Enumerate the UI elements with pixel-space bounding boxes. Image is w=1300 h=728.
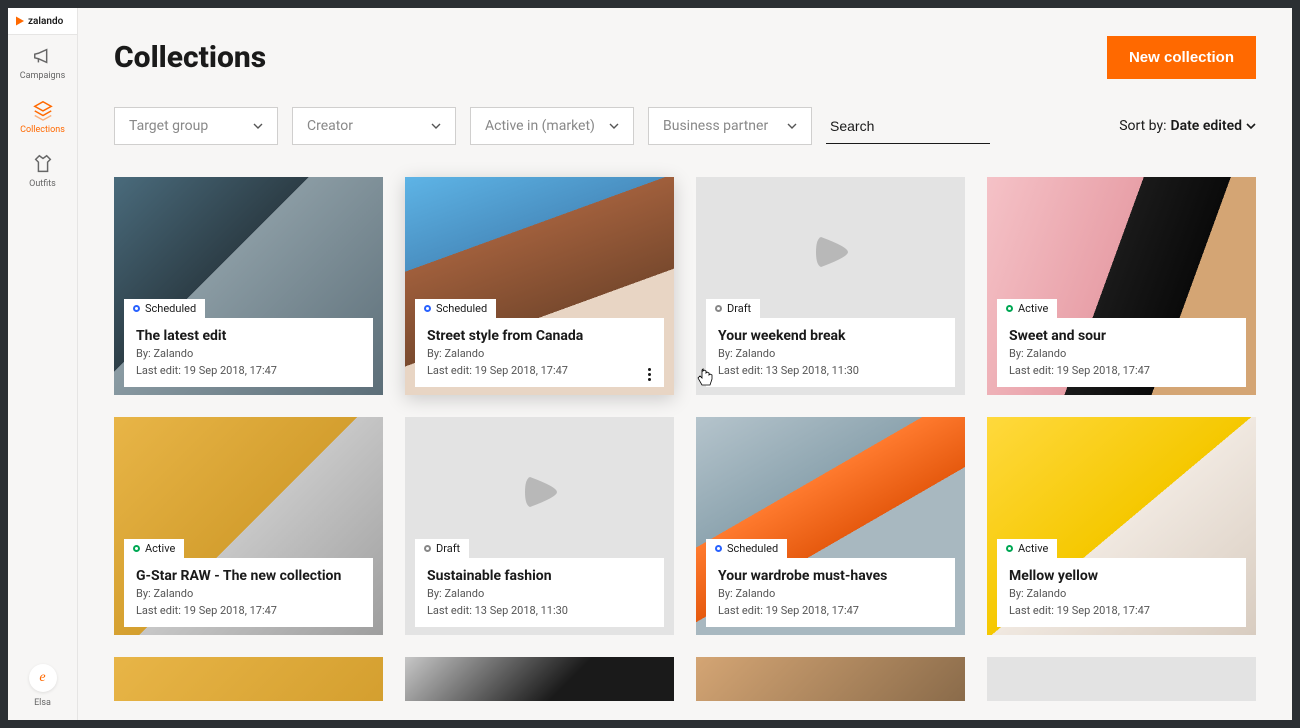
card-info: Sustainable fashion By: Zalando Last edi… [415, 558, 664, 627]
chevron-down-icon [787, 121, 797, 131]
card-title: Mellow yellow [1009, 568, 1234, 584]
chevron-down-icon [431, 121, 441, 131]
status-badge: Draft [706, 299, 760, 318]
status-dot-icon [1006, 305, 1013, 312]
status-badge: Scheduled [415, 299, 496, 318]
play-placeholder-icon [806, 227, 856, 277]
status-badge: Active [997, 539, 1057, 558]
card-title: Sustainable fashion [427, 568, 652, 584]
status-badge: Scheduled [706, 539, 787, 558]
collection-card[interactable]: Active G-Star RAW - The new collection B… [114, 417, 383, 635]
card-last-edit: Last edit: 19 Sep 2018, 17:47 [1009, 603, 1234, 620]
avatar: e [29, 664, 57, 692]
card-author: By: Zalando [427, 586, 652, 603]
card-author: By: Zalando [1009, 586, 1234, 603]
chevron-down-icon [1246, 121, 1256, 131]
status-badge: Active [124, 539, 184, 558]
status-badge: Draft [415, 539, 469, 558]
card-last-edit: Last edit: 19 Sep 2018, 17:47 [136, 603, 361, 620]
card-info: Mellow yellow By: Zalando Last edit: 19 … [997, 558, 1246, 627]
megaphone-icon [32, 45, 54, 67]
collection-card[interactable]: Active Mellow yellow By: Zalando Last ed… [987, 417, 1256, 635]
card-author: By: Zalando [136, 586, 361, 603]
user-name: Elsa [34, 698, 51, 708]
collection-card[interactable] [405, 657, 674, 701]
card-author: By: Zalando [1009, 346, 1234, 363]
card-author: By: Zalando [427, 346, 652, 363]
status-dot-icon [1006, 545, 1013, 552]
status-badge: Scheduled [124, 299, 205, 318]
collection-card[interactable]: Scheduled Your wardrobe must-haves By: Z… [696, 417, 965, 635]
card-info: Street style from Canada By: Zalando Las… [415, 318, 664, 387]
card-title: Your weekend break [718, 328, 943, 344]
page-title: Collections [114, 40, 266, 75]
sidebar-item-label: Campaigns [20, 71, 65, 81]
card-info: The latest edit By: Zalando Last edit: 1… [124, 318, 373, 387]
collection-card[interactable]: Scheduled Street style from Canada By: Z… [405, 177, 674, 395]
main-content: Collections New collection Target group … [78, 8, 1292, 720]
collection-card[interactable]: Active Sweet and sour By: Zalando Last e… [987, 177, 1256, 395]
filter-active-in[interactable]: Active in (market) [470, 107, 634, 145]
sidebar: zalando Campaigns Collections Outfits e … [8, 8, 78, 720]
card-info: Sweet and sour By: Zalando Last edit: 19… [997, 318, 1246, 387]
chevron-down-icon [253, 121, 263, 131]
layers-icon [32, 99, 54, 121]
card-author: By: Zalando [136, 346, 361, 363]
card-last-edit: Last edit: 13 Sep 2018, 11:30 [718, 363, 943, 380]
sort-dropdown[interactable]: Sort by: Date edited [1119, 118, 1256, 134]
user-block[interactable]: e Elsa [29, 664, 57, 720]
card-last-edit: Last edit: 19 Sep 2018, 17:47 [136, 363, 361, 380]
card-title: G-Star RAW - The new collection [136, 568, 361, 584]
card-title: Your wardrobe must-haves [718, 568, 943, 584]
collection-card[interactable]: Scheduled The latest edit By: Zalando La… [114, 177, 383, 395]
status-dot-icon [424, 545, 431, 552]
collections-grid: Scheduled The latest edit By: Zalando La… [114, 177, 1256, 701]
filter-business-partner[interactable]: Business partner [648, 107, 812, 145]
card-title: The latest edit [136, 328, 361, 344]
status-dot-icon [715, 305, 722, 312]
card-last-edit: Last edit: 13 Sep 2018, 11:30 [427, 603, 652, 620]
kebab-menu-button[interactable] [640, 368, 658, 381]
sidebar-item-campaigns[interactable]: Campaigns [8, 35, 77, 89]
sidebar-item-outfits[interactable]: Outfits [8, 143, 77, 197]
sidebar-item-label: Collections [20, 125, 65, 135]
search-input[interactable] [830, 118, 1011, 134]
new-collection-button[interactable]: New collection [1107, 36, 1256, 79]
collection-card[interactable] [114, 657, 383, 701]
play-placeholder-icon [515, 467, 565, 517]
collection-card[interactable]: Draft Sustainable fashion By: Zalando La… [405, 417, 674, 635]
status-dot-icon [133, 545, 140, 552]
card-info: Your wardrobe must-haves By: Zalando Las… [706, 558, 955, 627]
card-info: G-Star RAW - The new collection By: Zala… [124, 558, 373, 627]
status-dot-icon [424, 305, 431, 312]
status-dot-icon [133, 305, 140, 312]
card-title: Sweet and sour [1009, 328, 1234, 344]
status-dot-icon [715, 545, 722, 552]
card-last-edit: Last edit: 19 Sep 2018, 17:47 [427, 363, 652, 380]
filter-target-group[interactable]: Target group [114, 107, 278, 145]
zalando-logo-icon [14, 15, 26, 27]
card-title: Street style from Canada [427, 328, 652, 344]
search-field[interactable] [826, 109, 990, 144]
card-author: By: Zalando [718, 586, 943, 603]
collection-card[interactable]: Draft Your weekend break By: Zalando Las… [696, 177, 965, 395]
shirt-icon [32, 153, 54, 175]
status-badge: Active [997, 299, 1057, 318]
chevron-down-icon [609, 121, 619, 131]
card-author: By: Zalando [718, 346, 943, 363]
card-last-edit: Last edit: 19 Sep 2018, 17:47 [1009, 363, 1234, 380]
card-last-edit: Last edit: 19 Sep 2018, 17:47 [718, 603, 943, 620]
card-info: Your weekend break By: Zalando Last edit… [706, 318, 955, 387]
collection-card[interactable] [987, 657, 1256, 701]
collection-card[interactable] [696, 657, 965, 701]
filter-creator[interactable]: Creator [292, 107, 456, 145]
brand-logo[interactable]: zalando [8, 8, 77, 35]
sidebar-item-label: Outfits [29, 179, 56, 189]
brand-name: zalando [28, 16, 63, 27]
sidebar-item-collections[interactable]: Collections [8, 89, 77, 143]
